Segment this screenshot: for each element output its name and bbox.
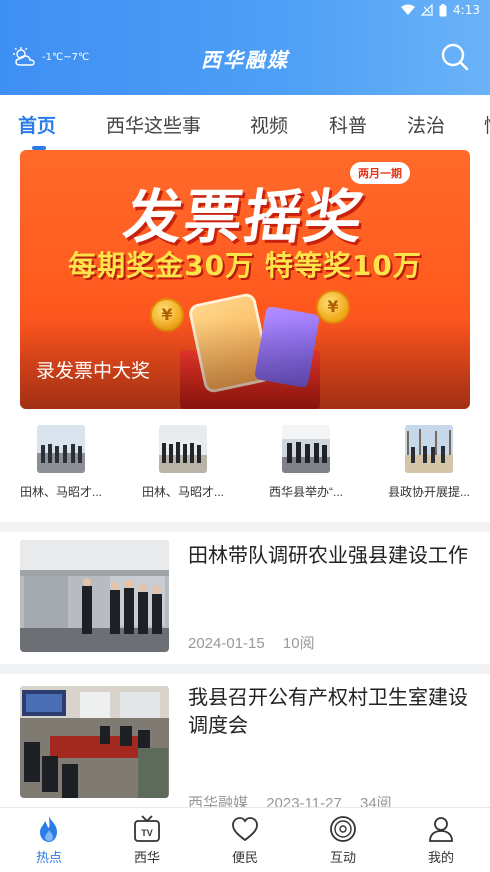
- thumb-label: 县政协开展提...: [387, 485, 470, 499]
- bottom-nav: 热点 TV 西华 便民 互动 我的: [0, 807, 490, 872]
- news-meta: 西华融媒 2023-11-27 34阅: [188, 792, 406, 807]
- thumb-image: [405, 425, 453, 473]
- thumb-image: [282, 425, 330, 473]
- feed: 发票摇奖 两月一期 每期奖金30万 特等奖10万 ¥ ¥ ¥ 录发票中大奖 田林…: [0, 150, 490, 807]
- nav-xihua[interactable]: TV 西华: [98, 814, 196, 866]
- nav-label: 互动: [329, 850, 356, 865]
- nav-mine[interactable]: 我的: [392, 814, 490, 866]
- thumb-label: 西华县举办“...: [269, 485, 343, 499]
- news-source: 西华融媒: [188, 795, 249, 807]
- nav-label: 西华: [133, 850, 160, 865]
- thumb-item[interactable]: 田林、马昭才...: [128, 425, 238, 500]
- news-meta: 2024-01-15 10阅: [188, 632, 329, 653]
- nav-interact[interactable]: 互动: [294, 814, 392, 866]
- news-image: [20, 686, 169, 798]
- tab-science[interactable]: 科普: [329, 111, 367, 138]
- tab-video[interactable]: 视频: [250, 111, 288, 138]
- nav-service[interactable]: 便民: [196, 814, 294, 866]
- news-item[interactable]: 田林带队调研农业强县建设工作 2024-01-15 10阅: [0, 532, 490, 664]
- banner-badge: 两月一期: [350, 162, 410, 184]
- thumb-item[interactable]: 县政协开展提...: [374, 425, 484, 500]
- category-tabs: 首页 西华这些事 视频 科普 法治 情: [0, 95, 490, 150]
- tv-icon: TV: [134, 815, 160, 842]
- no-signal-icon: [421, 4, 433, 16]
- banner-carousel[interactable]: 发票摇奖 两月一期 每期奖金30万 特等奖10万 ¥ ¥ ¥ 录发票中大奖: [20, 150, 470, 409]
- wifi-icon: [401, 4, 416, 15]
- news-reads: 10阅: [282, 635, 315, 652]
- featured-thumbs: 田林、马昭才... 田林、马昭才... 西华县举办“... 县政协开展提...: [0, 425, 490, 505]
- thumb-item[interactable]: 田林、马昭才...: [6, 425, 116, 500]
- user-icon: [429, 817, 453, 842]
- section-divider: [0, 664, 490, 674]
- heart-icon: [232, 817, 258, 842]
- nav-hot[interactable]: 热点: [0, 814, 98, 866]
- brand-logo: 西华融媒: [201, 48, 289, 72]
- thumb-image: [159, 425, 207, 473]
- status-time: 4:13: [453, 3, 480, 17]
- tab-law[interactable]: 法治: [407, 111, 445, 138]
- news-date: 2023-11-27: [266, 795, 342, 807]
- nav-label: 热点: [35, 850, 62, 865]
- section-divider: [0, 522, 490, 532]
- news-image: [20, 540, 169, 652]
- thumb-item[interactable]: 西华县举办“...: [251, 425, 361, 500]
- disc-icon: [330, 816, 356, 842]
- thumb-label: 田林、马昭才...: [141, 485, 224, 499]
- battery-icon: [439, 3, 447, 16]
- thumb-image: [37, 425, 85, 473]
- banner-caption: 录发票中大奖: [36, 361, 151, 382]
- status-bar: 4:13: [401, 0, 480, 20]
- svg-text:TV: TV: [141, 828, 153, 838]
- news-reads: 34阅: [359, 795, 392, 807]
- tab-xihua-stories[interactable]: 西华这些事: [106, 111, 201, 138]
- banner-subline: 每期奖金30万 特等奖10万: [68, 249, 422, 282]
- news-title: 我县召开公有产权村卫生室建设调度会: [188, 687, 468, 737]
- nav-label: 我的: [427, 850, 454, 865]
- search-icon[interactable]: [440, 42, 470, 72]
- tab-overflow[interactable]: 情: [484, 111, 490, 138]
- thumb-label: 田林、马昭才...: [19, 485, 102, 499]
- news-date: 2024-01-15: [188, 635, 265, 652]
- nav-label: 便民: [231, 850, 258, 865]
- tab-home[interactable]: 首页: [18, 111, 56, 138]
- news-item[interactable]: 我县召开公有产权村卫生室建设调度会 西华融媒 2023-11-27 34阅: [0, 674, 490, 807]
- app-header: 4:13 -1℃~7℃ 西华融媒: [0, 0, 490, 95]
- news-title: 田林带队调研农业强县建设工作: [188, 545, 468, 567]
- flame-icon: [40, 816, 57, 842]
